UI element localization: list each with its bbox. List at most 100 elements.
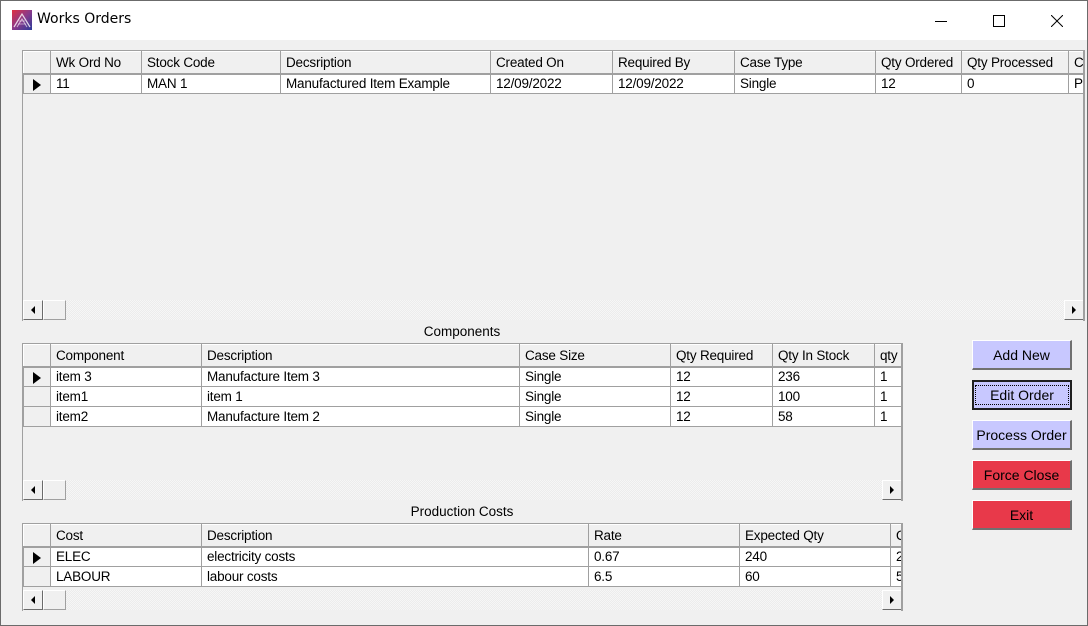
process-order-button[interactable]: Process Order — [972, 420, 1072, 450]
col-header[interactable]: Stock Code — [141, 51, 281, 75]
cell[interactable]: 236 — [772, 366, 875, 387]
col-header[interactable]: Created On — [490, 51, 613, 75]
col-header[interactable]: Decsription — [280, 51, 491, 75]
col-header[interactable]: Qty Required — [670, 344, 773, 368]
works-orders-grid[interactable]: Wk Ord No Stock Code Decsription Created… — [22, 50, 1085, 321]
col-header[interactable]: Expected Qty — [739, 524, 891, 548]
cell[interactable]: 1 — [874, 366, 901, 387]
cell[interactable]: 1 — [874, 406, 901, 427]
table-row[interactable]: LABOUR labour costs 6.5 60 5 — [23, 566, 901, 587]
row-indicator[interactable] — [23, 406, 51, 427]
scroll-right-button[interactable] — [882, 590, 901, 610]
table-row[interactable]: item2 Manufacture Item 2 Single 12 58 1 — [23, 406, 901, 427]
cell[interactable]: 0.67 — [588, 546, 740, 567]
cell[interactable]: ELEC — [50, 546, 202, 567]
cell[interactable]: Single — [734, 73, 876, 94]
production-costs-grid[interactable]: Cost Description Rate Expected Qty Q ELE… — [22, 523, 903, 611]
col-header[interactable]: Case Size — [519, 344, 671, 368]
scroll-left-button[interactable] — [23, 300, 43, 320]
components-horizontal-scrollbar[interactable] — [23, 480, 901, 500]
scroll-left-button[interactable] — [23, 590, 43, 610]
col-header[interactable]: Qty Ordered — [875, 51, 962, 75]
col-header[interactable]: Wk Ord No — [50, 51, 142, 75]
row-indicator[interactable] — [23, 566, 51, 587]
cell[interactable]: Single — [519, 406, 671, 427]
orders-horizontal-scrollbar[interactable] — [23, 300, 1083, 320]
scroll-thumb[interactable] — [43, 300, 66, 320]
cell[interactable]: 58 — [772, 406, 875, 427]
cell[interactable]: item 1 — [201, 386, 520, 407]
row-indicator[interactable] — [23, 73, 51, 94]
cell[interactable]: labour costs — [201, 566, 589, 587]
process-order-label: Process Order — [976, 426, 1067, 443]
scroll-thumb[interactable] — [43, 480, 66, 500]
edit-order-button[interactable]: Edit Order — [972, 380, 1072, 410]
table-row[interactable]: 11 MAN 1 Manufactured Item Example 12/09… — [23, 73, 1083, 94]
cell[interactable]: 2 — [890, 546, 901, 567]
col-header[interactable]: Qty Processed — [961, 51, 1069, 75]
exit-label: Exit — [1009, 506, 1034, 523]
force-close-button[interactable]: Force Close — [972, 460, 1072, 490]
scroll-right-button[interactable] — [882, 480, 901, 500]
cell[interactable]: 12/09/2022 — [612, 73, 735, 94]
col-header[interactable]: Cost — [50, 524, 202, 548]
cell[interactable]: LABOUR — [50, 566, 202, 587]
maximize-icon — [993, 14, 1005, 27]
row-indicator[interactable] — [23, 366, 51, 387]
maximize-button[interactable] — [970, 1, 1028, 40]
cell[interactable]: 6.5 — [588, 566, 740, 587]
cell[interactable]: Single — [519, 386, 671, 407]
exit-button[interactable]: Exit — [972, 500, 1072, 530]
cell[interactable]: 12 — [670, 366, 773, 387]
cell[interactable]: Single — [519, 366, 671, 387]
costs-horizontal-scrollbar[interactable] — [23, 590, 901, 610]
cell[interactable]: 11 — [50, 73, 142, 94]
cell[interactable]: item2 — [50, 406, 202, 427]
app-logo-icon — [12, 10, 32, 30]
col-header[interactable]: Rate — [588, 524, 740, 548]
col-header[interactable]: Description — [201, 344, 520, 368]
table-row[interactable]: ELEC electricity costs 0.67 240 2 — [23, 546, 901, 567]
col-header[interactable]: Required By — [612, 51, 735, 75]
cell[interactable]: 1 — [874, 386, 901, 407]
col-header[interactable]: Q — [890, 524, 901, 548]
cell[interactable]: 0 — [961, 73, 1069, 94]
cell[interactable]: 12 — [875, 73, 962, 94]
cell[interactable]: 60 — [739, 566, 891, 587]
cell[interactable]: Manufactured Item Example — [280, 73, 491, 94]
edit-order-label: Edit Order — [975, 385, 1069, 405]
cell[interactable]: MAN 1 — [141, 73, 281, 94]
scroll-left-button[interactable] — [23, 480, 43, 500]
col-header[interactable]: Description — [201, 524, 589, 548]
row-indicator[interactable] — [23, 546, 51, 567]
col-header[interactable]: Component — [50, 344, 202, 368]
cell[interactable]: 12/09/2022 — [490, 73, 613, 94]
cell[interactable]: electricity costs — [201, 546, 589, 567]
components-grid[interactable]: Component Description Case Size Qty Requ… — [22, 343, 903, 501]
add-new-button[interactable]: Add New — [972, 340, 1072, 370]
cell[interactable]: item 3 — [50, 366, 202, 387]
current-row-arrow-icon — [33, 371, 41, 384]
cell[interactable]: Manufacture Item 3 — [201, 366, 520, 387]
scroll-thumb[interactable] — [43, 590, 66, 610]
works-orders-table: Wk Ord No Stock Code Decsription Created… — [23, 51, 1083, 94]
col-header[interactable]: Case Type — [734, 51, 876, 75]
cell[interactable]: 12 — [670, 406, 773, 427]
row-indicator[interactable] — [23, 386, 51, 407]
close-button[interactable] — [1028, 1, 1086, 40]
cell[interactable]: 5 — [890, 566, 901, 587]
table-row[interactable]: item1 item 1 Single 12 100 1 — [23, 386, 901, 407]
col-header[interactable]: Qty In Stock — [772, 344, 875, 368]
cell[interactable]: P — [1068, 73, 1083, 94]
cell[interactable]: 100 — [772, 386, 875, 407]
col-header[interactable]: C — [1068, 51, 1083, 75]
cell[interactable]: 240 — [739, 546, 891, 567]
table-row[interactable]: item 3 Manufacture Item 3 Single 12 236 … — [23, 366, 901, 387]
cell[interactable]: item1 — [50, 386, 202, 407]
current-row-arrow-icon — [33, 78, 41, 91]
col-header[interactable]: qty p — [874, 344, 901, 368]
cell[interactable]: Manufacture Item 2 — [201, 406, 520, 427]
minimize-button[interactable] — [912, 1, 970, 40]
cell[interactable]: 12 — [670, 386, 773, 407]
scroll-right-button[interactable] — [1064, 300, 1083, 320]
